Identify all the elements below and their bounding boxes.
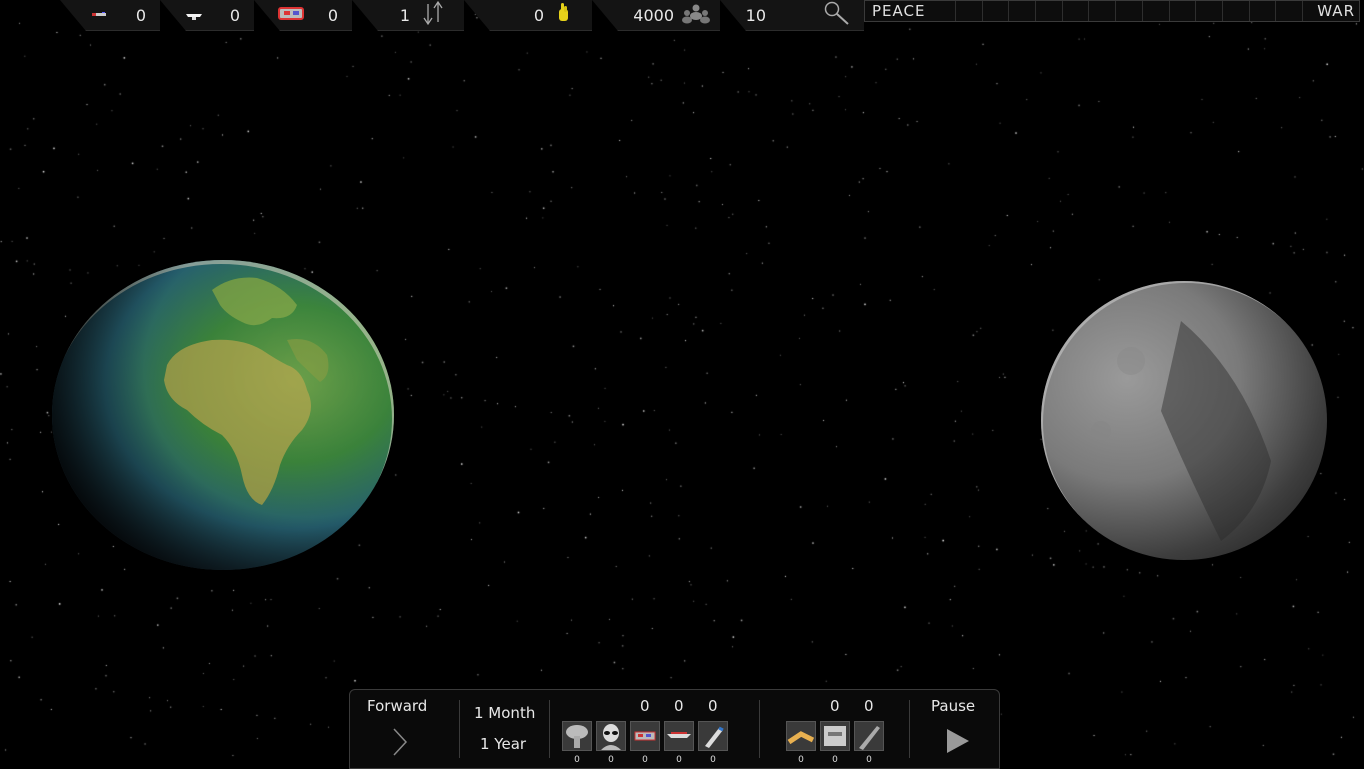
group1-count-5: 0 [710, 755, 716, 765]
group2-total-2: 0 [864, 697, 874, 715]
hand-count: 0 [533, 5, 544, 25]
transfer-count: 1 [399, 5, 410, 25]
hand-counter[interactable]: 0 [464, 0, 592, 31]
vehicle-slot[interactable] [630, 721, 660, 751]
mushroom-cloud-icon [566, 725, 588, 748]
alien-slot[interactable] [596, 721, 626, 751]
plane-slot[interactable] [664, 721, 694, 751]
war-banner-icon [824, 726, 846, 746]
population-counter[interactable]: 4000 [592, 0, 720, 31]
hand-icon [556, 1, 570, 29]
group1-count-1: 0 [574, 755, 580, 765]
missile-slot[interactable] [854, 721, 884, 751]
small-ship-count: 0 [135, 5, 146, 25]
forward-button[interactable]: Forward [360, 696, 450, 758]
group1-count-4: 0 [676, 755, 682, 765]
peace-war-meter: PEACE WAR [864, 0, 1360, 22]
group2-count-2: 0 [832, 755, 838, 765]
meter-cells [955, 1, 1303, 21]
war-label: WAR [1317, 2, 1355, 20]
group2-total-1: 0 [830, 697, 840, 715]
mushroom-cloud-slot[interactable] [562, 721, 592, 751]
up-down-arrows-icon [422, 0, 444, 30]
research-count: 10 [745, 5, 766, 25]
white-ship-count: 0 [229, 5, 240, 25]
transfer-counter[interactable]: 1 [352, 0, 464, 31]
white-ship-counter[interactable]: 0 [160, 0, 254, 31]
moon-planet[interactable] [1041, 281, 1327, 560]
research-counter[interactable]: 10 [720, 0, 864, 31]
handshake-icon [787, 731, 815, 745]
plane-icon [667, 732, 691, 738]
group1-count-3: 0 [642, 755, 648, 765]
group1-count-2: 0 [608, 755, 614, 765]
red-ship-counter[interactable]: 0 [254, 0, 352, 31]
population-icon [680, 2, 712, 28]
earth-planet[interactable] [52, 260, 394, 570]
peace-label: PEACE [872, 2, 926, 20]
play-icon [947, 729, 969, 753]
handshake-slot[interactable] [786, 721, 816, 751]
group1-total-3: 0 [708, 697, 718, 715]
group2-count-1: 0 [798, 755, 804, 765]
group2-count-3: 0 [866, 755, 872, 765]
red-ship-icon [276, 4, 306, 28]
rocket-slot[interactable] [698, 721, 728, 751]
forward-label: Forward [367, 697, 428, 715]
alien-icon [601, 724, 621, 750]
group1-total-1: 0 [640, 697, 650, 715]
rocket-icon [705, 726, 724, 748]
white-ship-icon [184, 7, 204, 26]
missile-icon [859, 726, 880, 750]
one-month-option[interactable]: 1 Month [474, 704, 535, 722]
red-ship-count: 0 [327, 5, 338, 25]
chevron-right-icon [393, 728, 408, 756]
small-ship-counter[interactable]: 0 [60, 0, 160, 31]
pause-label: Pause [931, 697, 976, 715]
pause-button[interactable]: Pause [920, 696, 996, 758]
bottom-control-panel: Forward 1 Month 1 Year 0 0 0 0 0 0 0 0 0… [349, 689, 1000, 769]
population-count: 4000 [633, 5, 674, 25]
resource-bar: 0 0 0 1 0 4000 10 [0, 0, 864, 32]
war-banner-slot[interactable] [820, 721, 850, 751]
small-ship-icon [90, 6, 108, 20]
group1-total-2: 0 [674, 697, 684, 715]
magnifier-icon[interactable] [822, 0, 852, 30]
one-year-option[interactable]: 1 Year [480, 735, 526, 753]
vehicle-icon [634, 731, 656, 741]
